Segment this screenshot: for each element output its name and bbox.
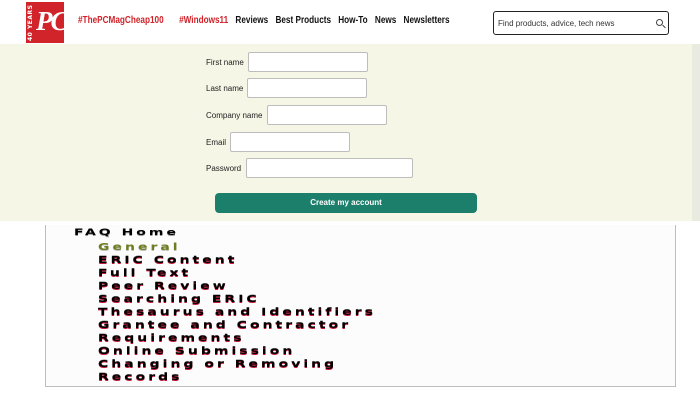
email-field[interactable] <box>230 132 350 152</box>
faq-item-full-text[interactable]: Full Text <box>98 268 191 279</box>
main-nav: #ThePCMagCheap100 #Windows11 Reviews Bes… <box>78 15 454 26</box>
nav-link-best-products[interactable]: Best Products <box>275 15 331 26</box>
nav-link-reviews[interactable]: Reviews <box>235 15 268 26</box>
last-name-field[interactable] <box>247 78 367 98</box>
faq-item-peer-review[interactable]: Peer Review <box>98 281 229 292</box>
faq-section: FAQ Home General ERIC Content Full Text … <box>0 221 700 400</box>
last-name-label: Last name <box>206 84 244 93</box>
faq-item-grantee[interactable]: Grantee and Contractor <box>98 320 351 331</box>
search-box <box>493 11 669 35</box>
faq-item-online-submission[interactable]: Online Submission <box>98 346 295 357</box>
company-name-label: Company name <box>206 111 263 120</box>
search-input[interactable] <box>498 16 646 30</box>
faq-home-link[interactable]: FAQ Home <box>74 228 179 238</box>
page-edge <box>692 44 700 221</box>
faq-item-general[interactable]: General <box>98 242 181 253</box>
first-name-field[interactable] <box>248 52 368 72</box>
faq-item-thesaurus[interactable]: Thesaurus and Identifiers <box>98 307 376 318</box>
nav-link-how-to[interactable]: How-To <box>338 15 367 26</box>
logo-years-text: 40 YEARS <box>27 4 34 41</box>
first-name-label: First name <box>206 58 244 67</box>
signup-form: First name Last name Company name Email … <box>0 44 700 221</box>
email-label: Email <box>206 138 227 147</box>
logo-mark-text: PC <box>36 6 68 36</box>
site-header: 40 YEARS PC #ThePCMagCheap100 #Windows11… <box>0 0 700 44</box>
search-icon[interactable] <box>656 19 663 26</box>
password-label: Password <box>206 164 242 173</box>
faq-item-requirements[interactable]: Requirements <box>98 333 245 344</box>
company-name-field[interactable] <box>267 105 387 125</box>
nav-link-cheap100[interactable]: #ThePCMagCheap100 <box>78 15 164 26</box>
nav-link-newsletters[interactable]: Newsletters <box>404 15 450 26</box>
nav-link-windows11[interactable]: #Windows11 <box>179 15 228 26</box>
faq-item-searching-eric[interactable]: Searching ERIC <box>98 294 260 305</box>
faq-item-records[interactable]: Records <box>98 372 182 383</box>
password-field[interactable] <box>246 158 413 178</box>
create-account-button[interactable]: Create my account <box>215 193 477 213</box>
faq-item-eric-content[interactable]: ERIC Content <box>98 255 237 266</box>
pcmag-logo[interactable]: 40 YEARS PC <box>26 2 68 43</box>
faq-item-changing-removing[interactable]: Changing or Removing <box>98 359 337 370</box>
faq-panel: FAQ Home General ERIC Content Full Text … <box>45 225 676 387</box>
nav-link-news[interactable]: News <box>375 15 396 26</box>
